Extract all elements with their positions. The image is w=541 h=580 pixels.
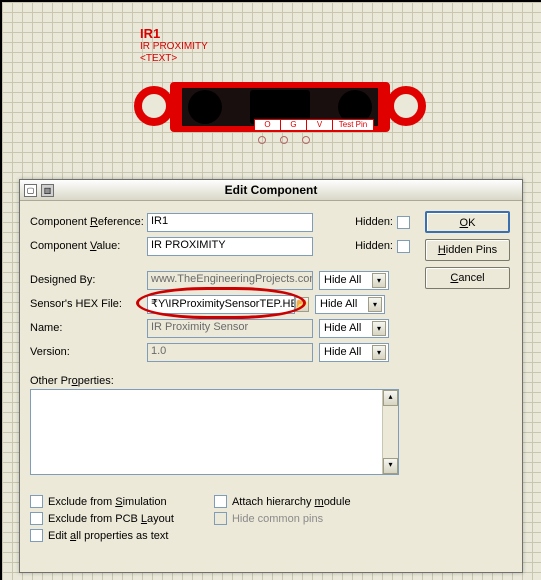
label-edit-all: Edit all properties as text <box>48 530 168 542</box>
chevron-down-icon: ▾ <box>372 345 386 360</box>
label-ref: Component Reference: <box>30 216 147 228</box>
hidden-pins-button[interactable]: Hidden Pins <box>425 239 510 261</box>
browse-hex-button[interactable]: 📂 <box>295 297 309 312</box>
pin-g-label: G <box>281 120 307 130</box>
dialog-title: Edit Component <box>20 183 522 197</box>
combo-designed[interactable]: Hide All ▾ <box>319 271 389 290</box>
checkbox-exclude-pcb[interactable] <box>30 512 43 525</box>
component-type: IR PROXIMITY <box>140 41 208 53</box>
component-label-block[interactable]: IR1 IR PROXIMITY <TEXT> <box>140 26 208 65</box>
pin-labels: O G V Test Pin <box>254 119 374 131</box>
input-name[interactable]: IR Proximity Sensor <box>147 319 313 338</box>
label-version: Version: <box>30 346 147 358</box>
checkbox-hide-common-pins <box>214 512 227 525</box>
checkbox-hidden-val[interactable] <box>397 240 410 253</box>
cancel-button[interactable]: Cancel <box>425 267 510 289</box>
label-hex: Sensor's HEX File: <box>30 298 147 310</box>
label-exclude-pcb: Exclude from PCB Layout <box>48 513 174 525</box>
label-val: Component Value: <box>30 240 147 252</box>
checkbox-exclude-sim[interactable] <box>30 495 43 508</box>
label-exclude-sim: Exclude from Simulation <box>48 496 167 508</box>
mount-hole-right <box>386 86 426 126</box>
form-area: Component Reference: IR1 Hidden: Compone… <box>30 211 410 564</box>
other-properties-textarea[interactable]: ▴ ▾ <box>30 389 399 475</box>
label-hide-common-pins: Hide common pins <box>232 513 323 525</box>
chevron-down-icon: ▾ <box>368 297 382 312</box>
scrollbar[interactable]: ▴ ▾ <box>382 390 398 474</box>
chevron-down-icon: ▾ <box>372 321 386 336</box>
input-ref[interactable]: IR1 <box>147 213 313 232</box>
pin-o-label: O <box>255 120 281 130</box>
edit-component-dialog: ▢ ▥ Edit Component Component Reference: … <box>19 179 523 573</box>
checkbox-hidden-ref[interactable] <box>397 216 410 229</box>
pin-test-label: Test Pin <box>333 120 373 130</box>
scroll-down-icon[interactable]: ▾ <box>383 458 398 474</box>
pin-g[interactable] <box>280 136 288 144</box>
pin-o[interactable] <box>258 136 266 144</box>
label-name: Name: <box>30 322 147 334</box>
checkbox-attach-module[interactable] <box>214 495 227 508</box>
component-ref: IR1 <box>140 26 208 41</box>
component-text-placeholder: <TEXT> <box>140 53 208 65</box>
label-attach-module: Attach hierarchy module <box>232 496 351 508</box>
label-hidden-2: Hidden: <box>355 240 393 252</box>
mount-hole-left <box>134 86 174 126</box>
chevron-down-icon: ▾ <box>372 273 386 288</box>
input-hex-file[interactable]: ₹Y\IRProximitySensorTEP.HEX <box>147 295 295 314</box>
combo-hex[interactable]: Hide All ▾ <box>315 295 385 314</box>
ir-proximity-sensor[interactable]: www.TheEngineeringProjects.com O G V Tes… <box>140 72 420 152</box>
dialog-titlebar[interactable]: ▢ ▥ Edit Component <box>20 180 522 201</box>
pin-v[interactable] <box>302 136 310 144</box>
pin-row <box>258 136 310 144</box>
lens-left <box>188 90 222 124</box>
scroll-up-icon[interactable]: ▴ <box>383 390 398 406</box>
pin-v-label: V <box>307 120 333 130</box>
combo-version[interactable]: Hide All ▾ <box>319 343 389 362</box>
ok-button[interactable]: OK <box>425 211 510 233</box>
checkbox-edit-all[interactable] <box>30 529 43 542</box>
input-val[interactable]: IR PROXIMITY <box>147 237 313 256</box>
label-designed: Designed By: <box>30 274 147 286</box>
combo-name[interactable]: Hide All ▾ <box>319 319 389 338</box>
input-designed[interactable]: www.TheEngineeringProjects.com <box>147 271 313 290</box>
label-other: Other Properties: <box>30 375 410 387</box>
input-version[interactable]: 1.0 <box>147 343 313 362</box>
label-hidden-1: Hidden: <box>355 216 393 228</box>
